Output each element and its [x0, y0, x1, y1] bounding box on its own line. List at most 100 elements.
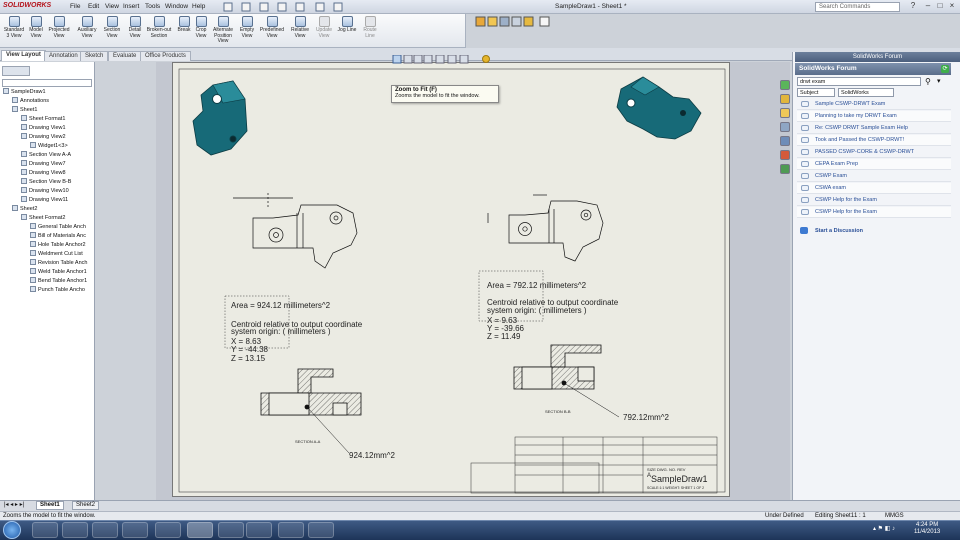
- start-button[interactable]: [3, 521, 21, 539]
- tab-office-products[interactable]: Office Products: [140, 51, 191, 61]
- heads-up-tools[interactable]: [470, 14, 560, 30]
- forum-post-link[interactable]: CEPA Exam Prep: [797, 159, 951, 170]
- tool-standard-3-view[interactable]: Standard 3 View: [2, 16, 26, 48]
- forum-select[interactable]: SolidWorks: [838, 88, 894, 97]
- tree-item[interactable]: Weld Table Anchor1: [30, 268, 87, 275]
- tree-item[interactable]: Drawing View10: [21, 187, 69, 194]
- tool-detail-view[interactable]: Detail View: [126, 16, 144, 48]
- tree-item[interactable]: Drawing View11: [21, 196, 68, 203]
- tool-route-line[interactable]: Route Line: [360, 16, 380, 48]
- tree-filter-input[interactable]: [2, 79, 92, 87]
- forum-post-link[interactable]: Planning to take my DRWT Exam: [797, 111, 951, 122]
- tool-model-view[interactable]: Model View: [28, 16, 44, 48]
- tab-evaluate[interactable]: Evaluate: [108, 51, 142, 61]
- start-discussion-link[interactable]: Start a Discussion: [797, 225, 951, 237]
- help-icon[interactable]: ?: [908, 2, 918, 11]
- menu-edit[interactable]: Edit: [88, 3, 99, 10]
- sheet-nav-arrows[interactable]: |◂ ◂ ▸ ▸|: [4, 501, 34, 510]
- tool-jog-line[interactable]: Jog Line: [336, 16, 358, 48]
- sheet-tab-2[interactable]: Sheet2: [72, 501, 100, 510]
- tree-item[interactable]: Sheet Format2: [21, 214, 65, 221]
- system-tray-icons[interactable]: ▴ ⚑ ◧ ♪: [873, 525, 909, 535]
- minimize-icon[interactable]: –: [923, 2, 933, 11]
- tree-item[interactable]: Annotations: [12, 97, 49, 104]
- forum-post-link[interactable]: Re: CSWP DRWT Sample Exam Help: [797, 123, 951, 134]
- tree-item[interactable]: Sheet Format1: [21, 115, 65, 122]
- tree-item[interactable]: Section View A-A: [21, 151, 71, 158]
- tree-item[interactable]: Sheet2: [12, 205, 37, 212]
- tab-annotation[interactable]: Annotation: [44, 51, 83, 61]
- tool-auxiliary-view[interactable]: Auxiliary View: [74, 16, 100, 48]
- chrome-icon[interactable]: [122, 522, 148, 538]
- drawing-sheet[interactable]: Area = 924.12 millimeters^2 Centroid rel…: [172, 62, 730, 497]
- menu-file[interactable]: File: [70, 3, 80, 10]
- tree-item[interactable]: Weldment Cut List: [30, 250, 83, 257]
- autocad-icon[interactable]: [308, 522, 334, 538]
- resources-icon[interactable]: [780, 80, 790, 90]
- tree-item[interactable]: Revision Table Anch: [30, 259, 87, 266]
- tree-item[interactable]: Bend Table Anchor1: [30, 277, 87, 284]
- tab-sketch[interactable]: Sketch: [80, 51, 109, 61]
- tree-tab-icons[interactable]: [2, 66, 30, 76]
- heads-up-view-toolbar[interactable]: [392, 54, 492, 64]
- design-library-icon[interactable]: [780, 94, 790, 104]
- status-units[interactable]: MMGS: [885, 513, 904, 519]
- file-manager-icon[interactable]: [246, 522, 272, 538]
- tool-broken-out-section[interactable]: Broken-out Section: [145, 16, 173, 48]
- tree-item[interactable]: SampleDraw1: [3, 88, 46, 95]
- menu-view[interactable]: View: [105, 3, 119, 10]
- app-logo[interactable]: SOLIDWORKS: [3, 2, 51, 9]
- sheet-tab-1[interactable]: Sheet1: [36, 501, 64, 510]
- forum-post-link[interactable]: CSWP Help for the Exam: [797, 195, 951, 206]
- forum-post-link[interactable]: CSWP Help for the Exam: [797, 207, 951, 218]
- tree-item[interactable]: Drawing View2: [21, 133, 66, 140]
- menu-tools[interactable]: Tools: [145, 3, 160, 10]
- clock[interactable]: 4:24 PM 11/4/2013: [914, 522, 940, 536]
- tree-item[interactable]: Drawing View7: [21, 160, 66, 167]
- file-explorer-icon[interactable]: [780, 108, 790, 118]
- acrobat-icon[interactable]: [218, 522, 244, 538]
- close-icon[interactable]: ×: [947, 2, 957, 11]
- explorer-icon[interactable]: [62, 522, 88, 538]
- appearances-icon[interactable]: [780, 136, 790, 146]
- forum-icon[interactable]: [780, 164, 790, 174]
- tree-item[interactable]: Punch Table Ancho: [30, 286, 85, 293]
- tool-relative-view[interactable]: Relative View: [288, 16, 312, 48]
- forum-post-link[interactable]: CSWP Exam: [797, 171, 951, 182]
- tree-item[interactable]: General Table Anch: [30, 223, 86, 230]
- forum-post-link[interactable]: CSWA exam: [797, 183, 951, 194]
- forum-post-link[interactable]: PASSED CSWP-CORE & CSWP-DRWT: [797, 147, 951, 158]
- search-commands-input[interactable]: Search Commands: [815, 2, 900, 12]
- status-scale[interactable]: 1 : 1: [854, 513, 866, 519]
- view-palette-icon[interactable]: [780, 122, 790, 132]
- menu-window[interactable]: Window: [165, 3, 188, 10]
- menu-help[interactable]: Help: [192, 3, 205, 10]
- restore-icon[interactable]: □: [935, 2, 945, 11]
- tree-item[interactable]: Bill of Materials Anc: [30, 232, 86, 239]
- tab-view-layout[interactable]: View Layout: [1, 50, 46, 61]
- tool-section-view[interactable]: Section View: [102, 16, 122, 48]
- edrawings-icon[interactable]: [278, 522, 304, 538]
- tree-item[interactable]: Drawing View8: [21, 169, 66, 176]
- ie-icon[interactable]: [32, 522, 58, 538]
- menu-insert[interactable]: Insert: [123, 3, 139, 10]
- tree-item[interactable]: Widget1<3>: [30, 142, 68, 149]
- tool-predefined-view[interactable]: Predefined View: [258, 16, 286, 48]
- tool-crop-view[interactable]: Crop View: [194, 16, 208, 48]
- tool-alternate-position-view[interactable]: Alternate Position View: [210, 16, 236, 48]
- search-options-icon[interactable]: ▾: [937, 77, 946, 86]
- solidworks-taskbar-icon[interactable]: [187, 522, 213, 538]
- custom-properties-icon[interactable]: [780, 150, 790, 160]
- camtasia-icon[interactable]: [155, 522, 181, 538]
- media-player-icon[interactable]: [92, 522, 118, 538]
- tool-break[interactable]: Break: [176, 16, 192, 48]
- tree-item[interactable]: Section View B-B: [21, 178, 71, 185]
- search-icon[interactable]: ⚲: [925, 77, 934, 86]
- forum-search-input[interactable]: drwt exam: [797, 77, 921, 86]
- tree-item[interactable]: Drawing View1: [21, 124, 66, 131]
- refresh-icon[interactable]: ⟳: [941, 65, 949, 73]
- quick-access-toolbar[interactable]: [222, 2, 382, 12]
- tree-item[interactable]: Sheet1: [12, 106, 37, 113]
- subject-select[interactable]: Subject: [797, 88, 835, 97]
- forum-post-link[interactable]: Sample CSWP-DRWT Exam: [797, 99, 951, 110]
